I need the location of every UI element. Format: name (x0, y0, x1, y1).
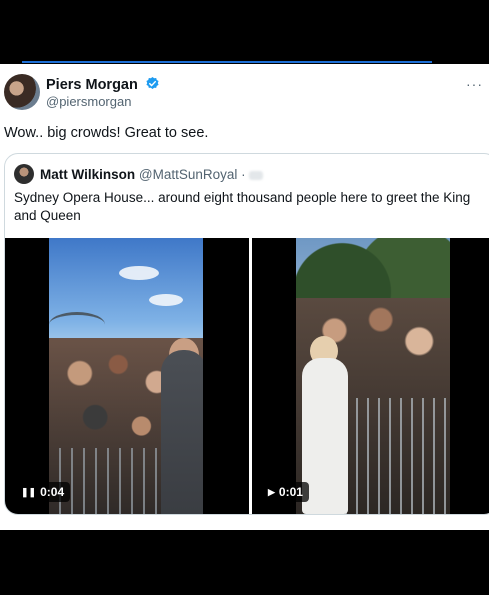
video-duration-2: 0:01 (278, 485, 303, 499)
author-handle[interactable]: @piersmorgan (46, 94, 131, 109)
quoted-separator: · (241, 167, 246, 182)
author-avatar[interactable] (4, 74, 40, 110)
barrier-fence (336, 398, 446, 514)
quoted-timestamp-blurred (249, 171, 264, 180)
more-options-icon[interactable]: ··· (466, 76, 483, 92)
pause-icon[interactable]: ❚❚ (21, 482, 36, 502)
quoted-author-name[interactable]: Matt Wilkinson (40, 167, 135, 182)
quoted-author-handle[interactable]: @MattSunRoyal (139, 167, 238, 182)
quoted-tweet[interactable]: Matt Wilkinson @MattSunRoyal · Sydney Op… (4, 153, 489, 515)
video-duration-1: 0:04 (40, 485, 65, 499)
video-frame-1 (49, 238, 203, 514)
tweet-text: Wow.. big crowds! Great to see. (4, 125, 209, 141)
video-frame-2 (296, 238, 450, 514)
cloud (149, 294, 183, 306)
harbour-bridge (49, 312, 105, 337)
author-name[interactable]: Piers Morgan (46, 77, 138, 93)
video-duration-pill-1[interactable]: ❚❚ 0:04 (15, 482, 71, 502)
quoted-author-avatar[interactable] (14, 164, 34, 184)
tweet-card[interactable]: Piers Morgan @piersmorgan ··· Wow.. big … (0, 64, 489, 530)
video-duration-pill-2[interactable]: ▶ 0:01 (262, 482, 309, 502)
bottom-black-bar (0, 530, 489, 595)
security-guard (161, 350, 203, 514)
quoted-text: Sydney Opera House... around eight thous… (14, 190, 471, 223)
video-thumbnail-2[interactable]: ▶ 0:01 (252, 238, 489, 514)
top-accent-rule (22, 61, 432, 63)
verified-badge-icon (146, 76, 159, 89)
cloud (119, 266, 159, 280)
quoted-header: Matt Wilkinson @MattSunRoyal · (40, 167, 264, 182)
top-black-bar (0, 0, 489, 64)
video-thumbnail-1[interactable]: ❚❚ 0:04 (5, 238, 249, 514)
play-icon[interactable]: ▶ (268, 482, 275, 502)
author-name-row[interactable]: Piers Morgan (46, 76, 160, 93)
